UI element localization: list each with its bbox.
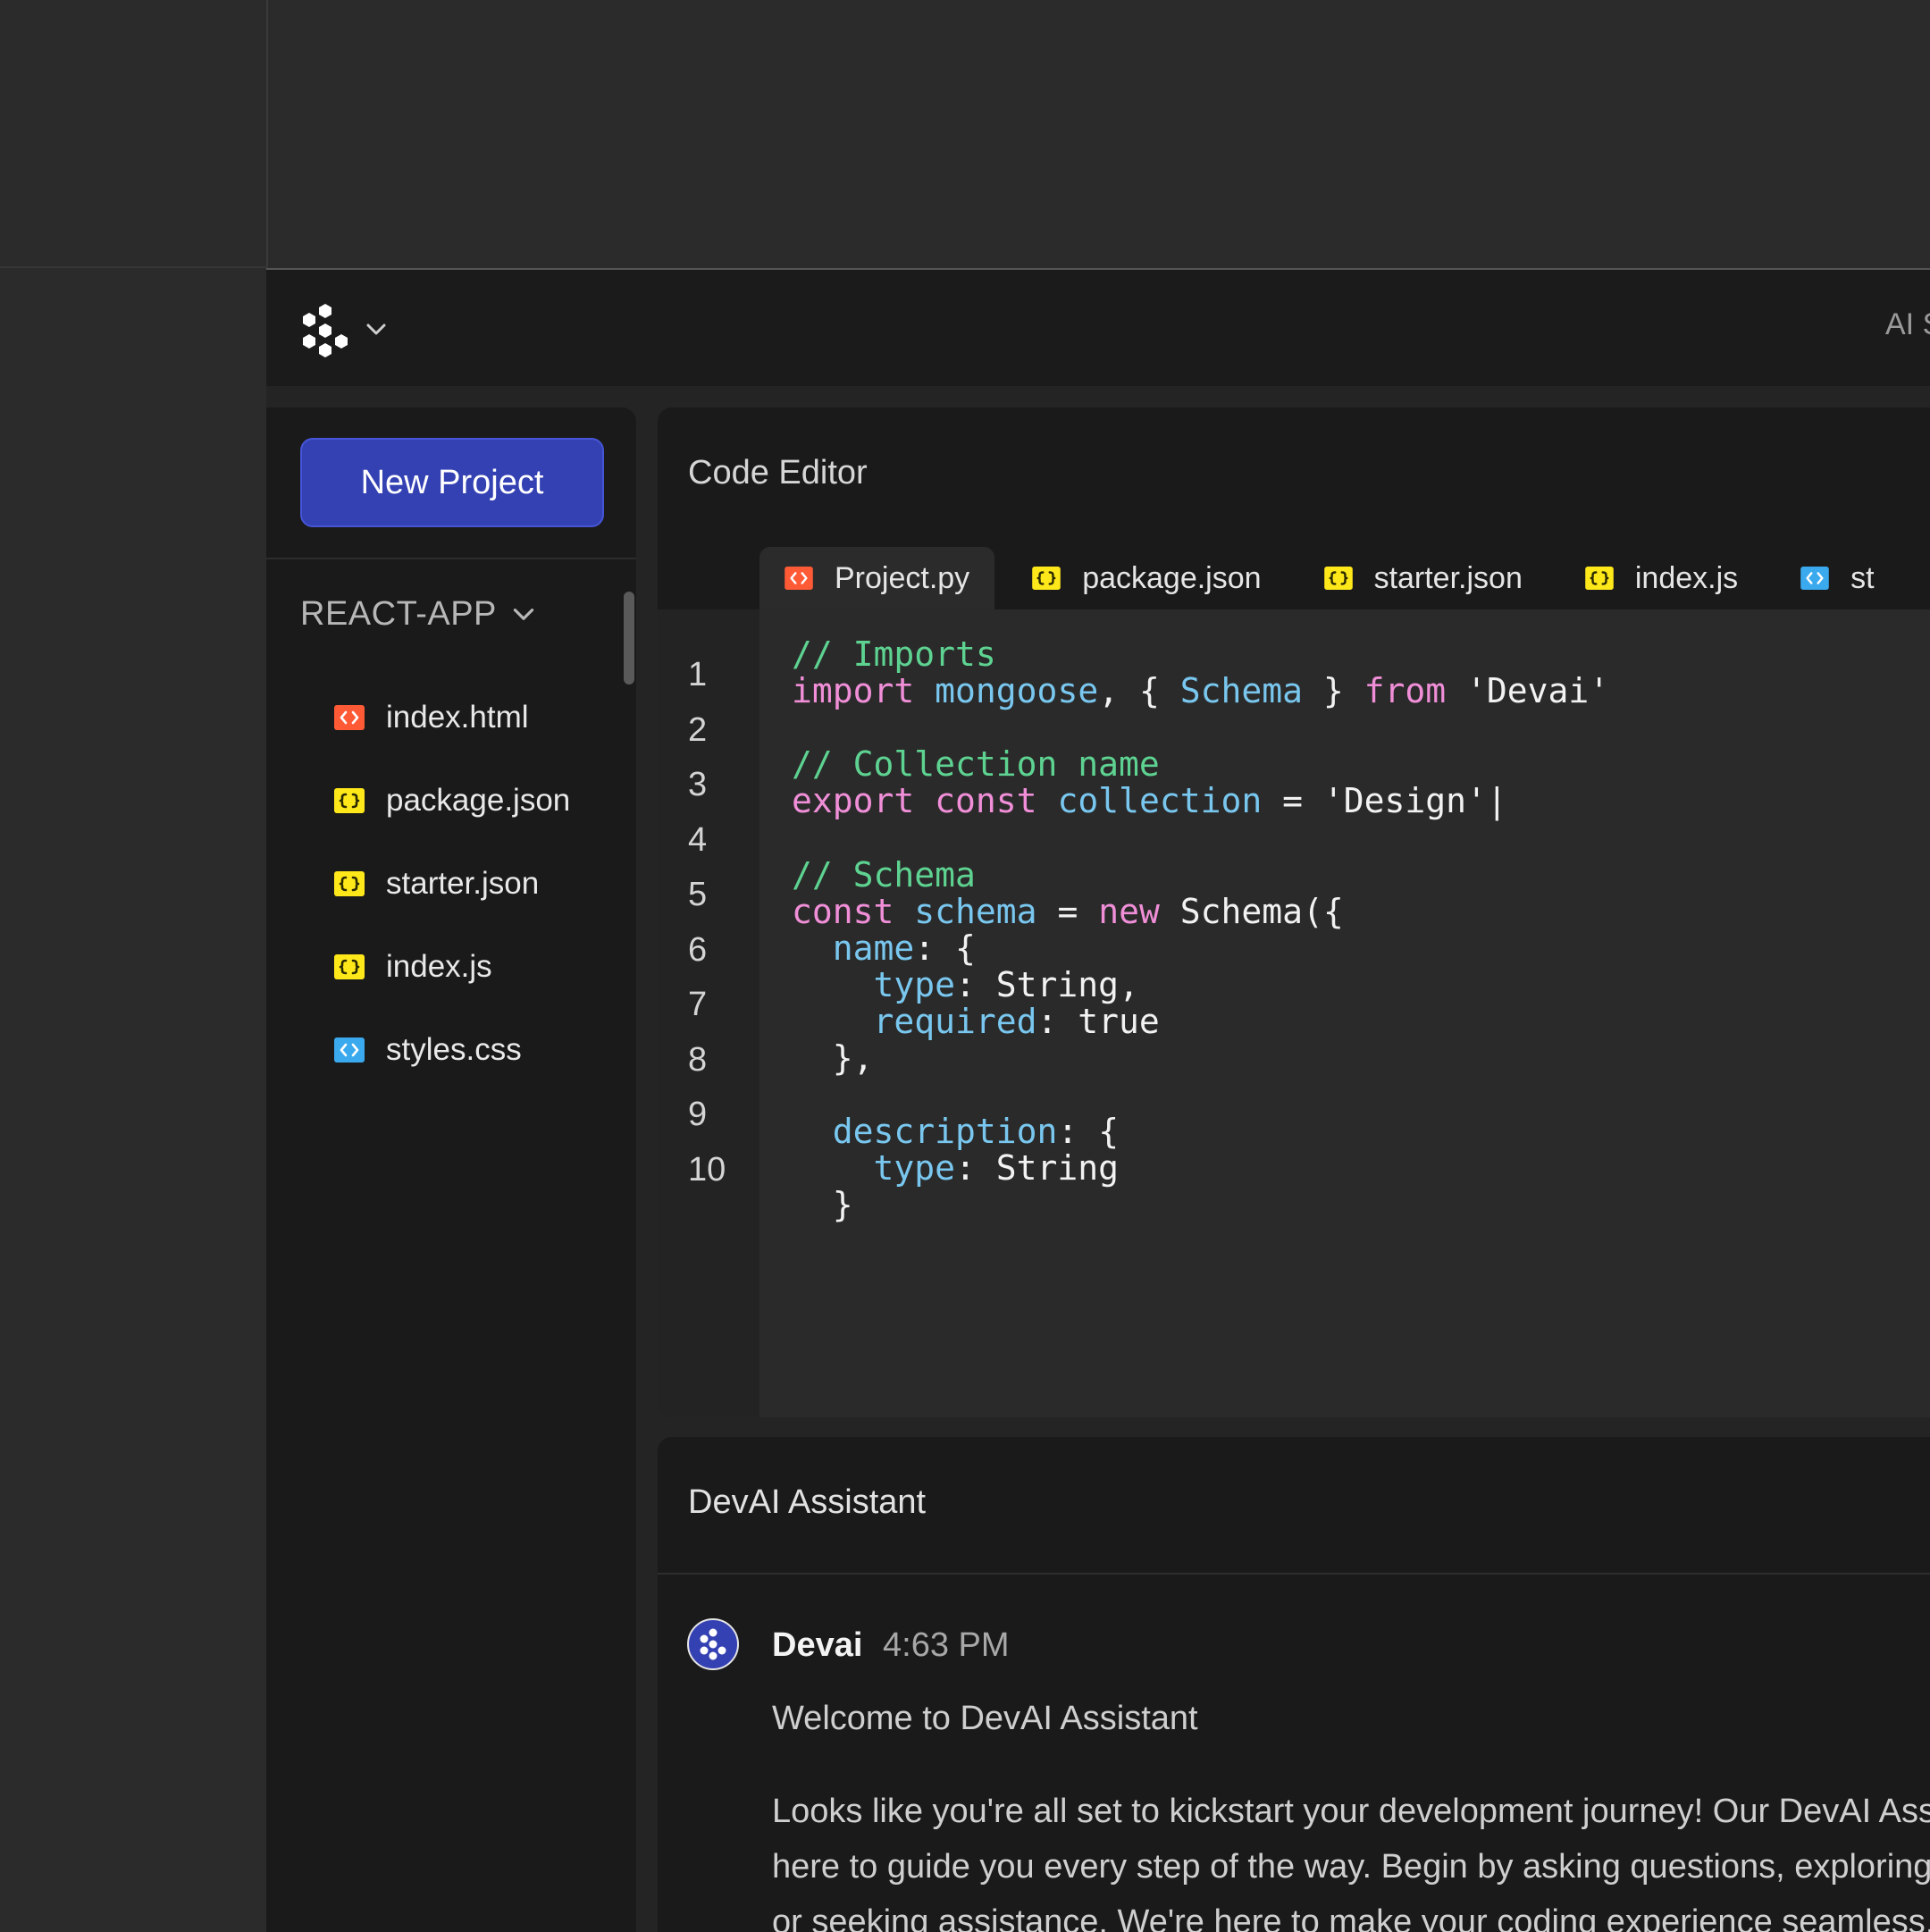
editor-tab[interactable]: st	[1775, 547, 1899, 609]
line-number: 3	[688, 766, 708, 803]
json-file-icon	[1323, 567, 1353, 590]
code-text-area[interactable]: // Imports import mongoose, { Schema } f…	[759, 609, 1930, 1417]
code-line: // Imports	[792, 634, 996, 674]
file-name: package.json	[386, 782, 571, 818]
tab-label: index.js	[1634, 560, 1739, 595]
backdrop-guide-line	[0, 266, 268, 268]
tab-label: starter.json	[1373, 560, 1523, 595]
backdrop-left	[0, 0, 268, 1930]
top-bar: AI S	[266, 270, 1930, 386]
project-name: REACT-APP	[300, 595, 497, 633]
assistant-divider	[658, 1573, 1930, 1575]
code-line: description: {	[832, 1112, 1120, 1151]
html-file-icon	[785, 567, 813, 590]
file-item[interactable]: package.json	[334, 759, 570, 842]
chevron-down-icon	[513, 608, 534, 620]
file-item[interactable]: index.html	[334, 676, 570, 759]
file-item[interactable]: index.js	[334, 925, 570, 1008]
line-number: 7	[688, 986, 708, 1023]
topbar-ai-label[interactable]: AI S	[1885, 307, 1930, 342]
code-line: name: {	[832, 928, 976, 968]
avatar	[687, 1618, 739, 1670]
line-number: 9	[688, 1096, 708, 1133]
code-editor-panel: Code Editor Project.py package.json starte…	[658, 407, 1930, 1417]
code-line: // Schema	[792, 855, 976, 895]
assistant-title: DevAI Assistant	[688, 1483, 927, 1521]
file-item[interactable]: starter.json	[334, 842, 570, 925]
file-name: styles.css	[386, 1031, 522, 1067]
editor-title: Code Editor	[688, 454, 868, 491]
code-line: }	[792, 1185, 853, 1224]
new-project-button[interactable]: New Project	[300, 438, 604, 527]
line-number: 5	[688, 876, 708, 913]
file-name: starter.json	[386, 865, 540, 901]
project-folder-toggle[interactable]: REACT-APP	[300, 595, 538, 634]
js-file-icon	[1585, 567, 1614, 590]
file-name: index.js	[386, 948, 492, 984]
editor-tab[interactable]: index.js	[1560, 547, 1763, 609]
code-line: type: String	[873, 1148, 1120, 1188]
sidebar-scrollbar[interactable]	[624, 592, 634, 685]
json-file-icon	[334, 870, 365, 896]
js-file-icon	[334, 953, 365, 979]
message-body: Looks like you're all set to kickstart y…	[772, 1793, 1930, 1932]
line-number: 10	[688, 1150, 726, 1189]
code-line: type: String,	[873, 965, 1139, 1004]
file-item[interactable]: styles.css	[334, 1008, 570, 1091]
tab-label: st	[1850, 560, 1875, 595]
message-timestamp: 4:63 PM	[883, 1626, 1010, 1664]
message-heading: Welcome to DevAI Assistant	[772, 1700, 1198, 1737]
json-file-icon	[1032, 567, 1061, 590]
tab-label: package.json	[1082, 560, 1262, 595]
line-number: 1	[688, 656, 708, 693]
chevron-down-icon[interactable]	[363, 316, 390, 343]
file-tree: index.html package.json starter.json index.…	[334, 676, 570, 1091]
html-file-icon	[334, 704, 365, 730]
tab-label: Project.py	[835, 560, 970, 595]
css-file-icon	[1800, 567, 1829, 590]
line-number-gutter: 1 2 3 4 5 6 7 8 9 10	[658, 609, 759, 1417]
code-line: // Collection name	[792, 744, 1160, 784]
line-number: 4	[688, 820, 708, 859]
line-number: 6	[688, 930, 708, 969]
editor-tab[interactable]: Project.py	[759, 547, 995, 609]
editor-tab[interactable]: starter.json	[1299, 547, 1548, 609]
css-file-icon	[334, 1037, 365, 1063]
line-number: 2	[688, 710, 708, 749]
code-line: },	[792, 1038, 874, 1078]
code-line: import mongoose, { Schema } from 'Devai'	[792, 671, 1610, 710]
sidebar: New Project REACT-APP index.html package.…	[266, 407, 636, 1932]
app-logo-icon[interactable]	[298, 302, 352, 359]
message-author: Devai	[772, 1626, 863, 1664]
sidebar-divider	[266, 558, 636, 559]
code-line: required: true	[873, 1002, 1160, 1041]
line-number: 8	[688, 1040, 708, 1079]
editor-tab[interactable]: package.json	[1007, 547, 1286, 609]
code-line: const schema = new Schema({	[792, 892, 1344, 931]
app-window: AI S New Project REACT-APP index.html pac…	[266, 268, 1930, 1932]
backdrop-top	[0, 0, 1930, 268]
devai-assistant-panel: DevAI Assistant Devai 4:63 PM Welcome to…	[658, 1437, 1930, 1932]
editor-tabs: Project.py package.json starter.json index.…	[759, 547, 1912, 609]
code-line: export const collection = 'Design'|	[792, 781, 1507, 820]
file-name: index.html	[386, 699, 529, 735]
code-area: 1 2 3 4 5 6 7 8 9 10 // Imports import mongoose, …	[658, 609, 1930, 1417]
json-file-icon	[334, 787, 365, 813]
